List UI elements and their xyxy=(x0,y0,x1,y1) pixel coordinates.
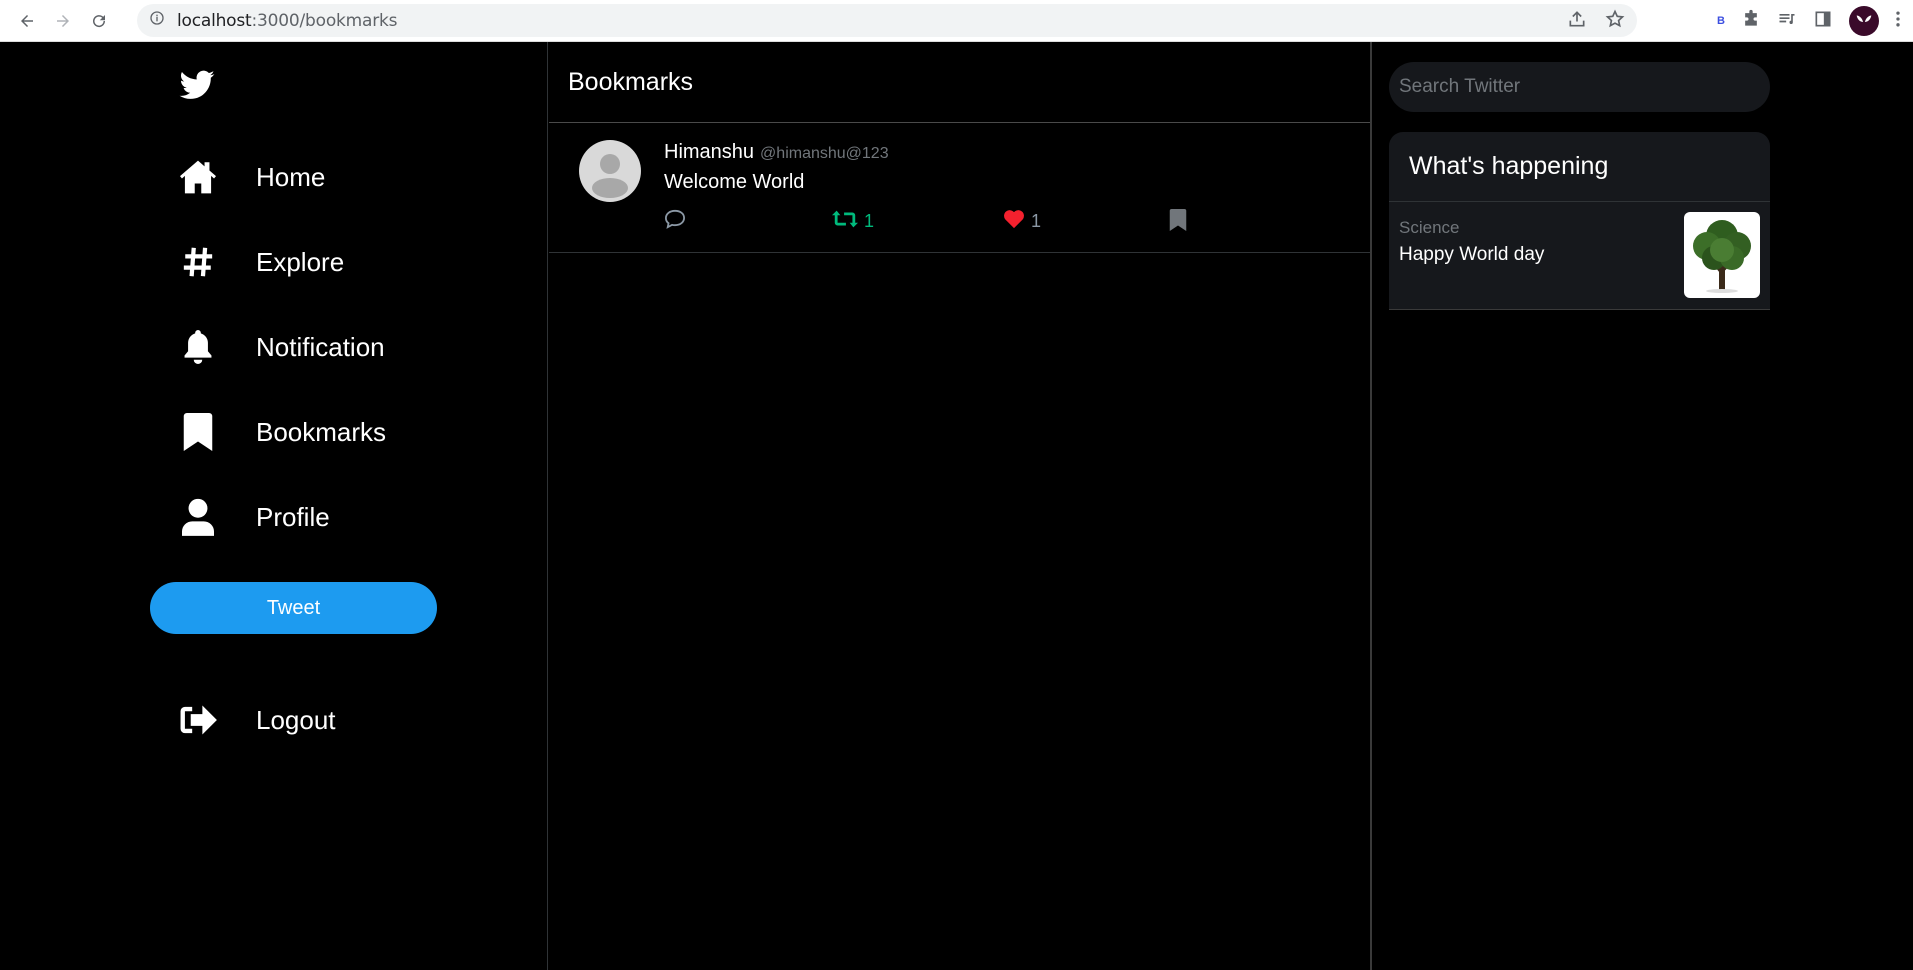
sidebar-item-label: Profile xyxy=(256,501,330,532)
tweet-text: Welcome World xyxy=(664,171,805,193)
search-input[interactable] xyxy=(1389,62,1770,112)
page-title: Bookmarks xyxy=(568,67,694,96)
sidebar-item-notification[interactable]: Notification xyxy=(178,322,385,372)
side-panel-icon[interactable] xyxy=(1813,9,1833,34)
sidebar-item-label: Explore xyxy=(256,246,345,277)
bookmark-filled-icon xyxy=(1169,209,1187,236)
retweet-icon xyxy=(832,209,858,234)
page-header: Bookmarks xyxy=(549,42,1370,123)
media-control-icon[interactable] xyxy=(1777,9,1797,34)
trend-category: Science xyxy=(1399,218,1460,237)
address-bar[interactable]: localhost:3000/bookmarks xyxy=(137,4,1637,37)
share-icon[interactable] xyxy=(1567,9,1587,34)
trend-item[interactable]: Science Happy World day xyxy=(1389,202,1770,308)
trend-title: Happy World day xyxy=(1399,244,1545,265)
sidebar-item-logout[interactable]: Logout xyxy=(178,695,336,745)
extensions-puzzle-icon[interactable] xyxy=(1741,9,1761,34)
sidebar-item-label: Bookmarks xyxy=(256,416,387,447)
tweet-actions: 1 1 xyxy=(664,209,1204,235)
sidebar-item-bookmarks[interactable]: Bookmarks xyxy=(178,407,386,457)
url-host: localhost xyxy=(177,10,252,31)
comment-icon xyxy=(664,209,686,234)
trends-panel: What's happening Science Happy World day xyxy=(1389,132,1770,310)
tweet-author: Himanshu @himanshu@123 xyxy=(664,141,889,164)
retweet-count: 1 xyxy=(864,211,875,231)
sidebar-item-explore[interactable]: Explore xyxy=(178,237,344,287)
tree-image xyxy=(1684,212,1760,298)
sidebar-item-label: Home xyxy=(256,161,326,192)
sidebar-item-label: Logout xyxy=(256,704,336,735)
author-name[interactable]: Himanshu xyxy=(664,141,754,164)
author-handle: @himanshu@123 xyxy=(760,145,889,162)
bookmark-icon xyxy=(178,412,218,452)
logout-icon xyxy=(178,700,218,740)
info-icon[interactable] xyxy=(149,10,165,31)
right-sidebar: What's happening Science Happy World day xyxy=(1372,42,1913,970)
browser-toolbar: localhost:3000/bookmarks B xyxy=(0,0,1913,42)
sidebar-item-label: Notification xyxy=(256,331,385,362)
bookmark-button[interactable] xyxy=(1169,209,1187,236)
back-icon[interactable] xyxy=(9,3,45,39)
menu-dots-icon[interactable] xyxy=(1895,9,1901,34)
sidebar: Home Explore Notification Bookmarks Prof xyxy=(0,42,548,970)
like-button[interactable]: 1 xyxy=(1003,209,1041,234)
extension-b-icon[interactable]: B xyxy=(1717,15,1725,27)
user-icon xyxy=(178,497,218,537)
trends-title: What's happening xyxy=(1389,132,1770,202)
home-icon xyxy=(178,157,218,197)
sidebar-item-profile[interactable]: Profile xyxy=(178,492,330,542)
star-icon[interactable] xyxy=(1605,9,1625,34)
main-timeline: Bookmarks Himanshu @himanshu@123 Welcome… xyxy=(549,42,1372,970)
avatar[interactable] xyxy=(579,140,641,202)
tweet-button[interactable]: Tweet xyxy=(150,582,437,634)
hashtag-icon xyxy=(178,242,218,282)
sidebar-item-home[interactable]: Home xyxy=(178,152,325,202)
tweet-card[interactable]: Himanshu @himanshu@123 Welcome World 1 1 xyxy=(549,123,1370,253)
reload-icon[interactable] xyxy=(81,3,117,39)
twitter-logo-icon[interactable] xyxy=(176,66,218,106)
profile-avatar-icon[interactable] xyxy=(1849,6,1879,36)
app: Home Explore Notification Bookmarks Prof xyxy=(0,42,1913,970)
forward-icon[interactable] xyxy=(45,3,81,39)
heart-icon xyxy=(1003,209,1025,234)
url-path: :3000/bookmarks xyxy=(251,10,398,31)
url-text: localhost:3000/bookmarks xyxy=(177,10,398,31)
reply-button[interactable] xyxy=(664,209,686,234)
like-count: 1 xyxy=(1031,211,1042,231)
retweet-button[interactable]: 1 xyxy=(832,209,874,234)
bell-icon xyxy=(178,327,218,367)
